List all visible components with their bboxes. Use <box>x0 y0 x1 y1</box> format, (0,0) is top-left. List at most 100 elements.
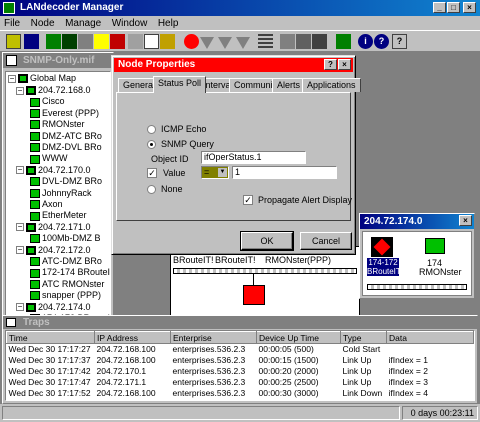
link-icon[interactable] <box>78 34 93 49</box>
layers-icon[interactable] <box>258 34 273 49</box>
ok-button[interactable]: OK <box>240 231 294 251</box>
tab-alerts[interactable]: Alerts <box>272 78 306 92</box>
open-map-icon[interactable] <box>6 34 21 49</box>
menu-manage[interactable]: Manage <box>61 18 105 29</box>
tree-view[interactable]: − Global Map −204.72.168.0 Cisco Everest (P… <box>5 71 111 319</box>
delete-icon[interactable] <box>110 34 125 49</box>
tree-device-node[interactable]: RMONster <box>30 119 85 130</box>
trap-row[interactable]: Wed Dec 30 17:18:27204.72.168.100dot1dBr… <box>7 399 474 400</box>
trap-row[interactable]: Wed Dec 30 17:17:42 204.72.170.1 enterpris… <box>7 366 474 377</box>
menu-node[interactable]: Node <box>27 18 59 29</box>
app-icon[interactable] <box>3 2 15 14</box>
menu-file[interactable]: File <box>0 18 24 29</box>
tree-root[interactable]: − Global Map <box>8 73 76 84</box>
copy-icon[interactable] <box>144 34 159 49</box>
tree-device-node[interactable]: Cisco <box>30 96 65 107</box>
trap-row[interactable]: Wed Dec 30 17:17:52 204.72.168.100 enterpr… <box>7 388 474 399</box>
cut-icon[interactable] <box>128 34 143 49</box>
trap-icon[interactable] <box>296 34 311 49</box>
propagate-checkbox[interactable]: ✓ <box>243 195 253 205</box>
add-network-icon[interactable] <box>62 34 77 49</box>
tree-device-node[interactable]: WWW <box>30 153 67 164</box>
none-label[interactable]: None <box>161 184 183 194</box>
col-time[interactable]: Time <box>6 331 95 344</box>
subnet-window-title-bar[interactable]: 204.72.174.0 × <box>360 214 474 229</box>
tree-device-node[interactable]: DVL-DMZ BRo <box>30 176 102 187</box>
context-help-icon[interactable]: ? <box>392 34 407 49</box>
tree-device-node[interactable]: Axon <box>30 199 63 210</box>
tools-icon[interactable] <box>336 34 351 49</box>
tree-device-node[interactable]: Everest (PPP) <box>30 108 99 119</box>
info-icon[interactable]: i <box>358 34 373 49</box>
dialog-close-button[interactable]: × <box>338 59 351 70</box>
col-type[interactable]: Type <box>340 331 387 344</box>
icmp-echo-label[interactable]: ICMP Echo <box>161 124 206 134</box>
traps-title-bar[interactable]: Traps <box>3 316 477 329</box>
help-icon[interactable]: ? <box>374 34 389 49</box>
network-segment[interactable] <box>173 268 357 274</box>
menu-help[interactable]: Help <box>154 18 183 29</box>
tree-network-node[interactable]: − 204.72.168.0 <box>16 85 91 96</box>
subnet-segment[interactable] <box>367 284 467 290</box>
arrow-down-2-icon[interactable] <box>218 37 232 49</box>
trap-row[interactable]: Wed Dec 30 17:17:37 204.72.168.100 enterpr… <box>7 355 474 366</box>
col-ip[interactable]: IP Address <box>94 331 171 344</box>
tree-device-node[interactable]: ATC-DMZ BRo <box>30 256 102 267</box>
router-icon[interactable] <box>371 237 393 257</box>
collapse-icon[interactable]: − <box>16 223 24 232</box>
operator-select[interactable]: = ▼ <box>201 166 229 179</box>
col-uptime[interactable]: Device Up Time <box>256 331 341 344</box>
tree-network-node[interactable]: − 204.72.174.0 <box>16 302 91 313</box>
maximize-button[interactable]: □ <box>447 2 460 13</box>
subnet-map-body[interactable]: 174-172 BRouteIT! 174 RMONster <box>362 231 472 296</box>
arrow-down-3-icon[interactable] <box>236 37 250 49</box>
rmon-device-icon[interactable] <box>425 238 445 254</box>
close-button[interactable]: × <box>463 2 476 13</box>
arrow-down-icon[interactable] <box>200 37 214 49</box>
tree-window-title-bar[interactable]: SNMP-Only.mif <box>3 53 113 68</box>
subnet-close-button[interactable]: × <box>459 215 472 226</box>
col-enterprise[interactable]: Enterprise <box>170 331 257 344</box>
poll-icon[interactable] <box>280 34 295 49</box>
traps-list[interactable]: Time IP Address Enterprise Device Up Tim… <box>5 330 475 401</box>
paste-icon[interactable] <box>160 34 175 49</box>
monitor-icon[interactable] <box>312 34 327 49</box>
propagate-label[interactable]: Propagate Alert Display <box>258 195 352 205</box>
minimize-button[interactable]: _ <box>433 2 446 13</box>
value-input[interactable]: 1 <box>232 166 337 179</box>
tree-network-node[interactable]: − 204.72.170.0 <box>16 165 91 176</box>
trap-row[interactable]: Wed Dec 30 17:17:27 204.72.168.100 enterpr… <box>7 344 474 355</box>
trap-row[interactable]: Wed Dec 30 17:17:47 204.72.171.1 enterpris… <box>7 377 474 388</box>
collapse-icon[interactable]: − <box>8 74 16 83</box>
save-map-icon[interactable] <box>24 34 39 49</box>
value-label[interactable]: Value <box>163 168 185 178</box>
tree-device-node[interactable]: EtherMeter <box>30 210 87 221</box>
cancel-button[interactable]: Cancel <box>300 232 352 250</box>
properties-icon[interactable] <box>184 34 199 49</box>
dialog-title-bar[interactable]: Node Properties ? × <box>114 58 353 72</box>
map-view[interactable]: BRouteIT! BRouteIT! RMONster (PPP) <box>170 246 360 322</box>
snmp-query-label[interactable]: SNMP Query <box>161 139 214 149</box>
none-radio[interactable] <box>147 185 156 194</box>
add-node-icon[interactable] <box>46 34 61 49</box>
tree-network-node[interactable]: − 204.72.172.0 <box>16 245 91 256</box>
tree-device-node[interactable]: JohnnyRack <box>30 188 92 199</box>
tree-network-node[interactable]: − 204.72.171.0 <box>16 222 91 233</box>
menu-window[interactable]: Window <box>108 18 152 29</box>
tree-device-node[interactable]: 100Mb-DMZ B <box>30 233 101 244</box>
snmp-query-radio[interactable] <box>147 140 156 149</box>
tree-device-node[interactable]: DMZ-ATC BRo <box>30 131 102 142</box>
icmp-echo-radio[interactable] <box>147 125 156 134</box>
object-id-input[interactable]: ifOperStatus.1 <box>201 151 306 164</box>
tab-applications[interactable]: Applications <box>302 78 361 92</box>
collapse-icon[interactable]: − <box>16 246 24 255</box>
col-data[interactable]: Data <box>386 331 474 344</box>
tab-status-poll[interactable]: Status Poll <box>153 76 207 93</box>
value-checkbox[interactable]: ✓ <box>147 168 157 178</box>
tree-device-node[interactable]: snapper (PPP) <box>30 290 101 301</box>
collapse-icon[interactable]: − <box>16 86 24 95</box>
collapse-icon[interactable]: − <box>16 166 24 175</box>
dialog-help-button[interactable]: ? <box>324 59 337 70</box>
tree-device-node[interactable]: DMZ-DVL BRo <box>30 142 102 153</box>
collapse-icon[interactable]: − <box>16 303 24 312</box>
